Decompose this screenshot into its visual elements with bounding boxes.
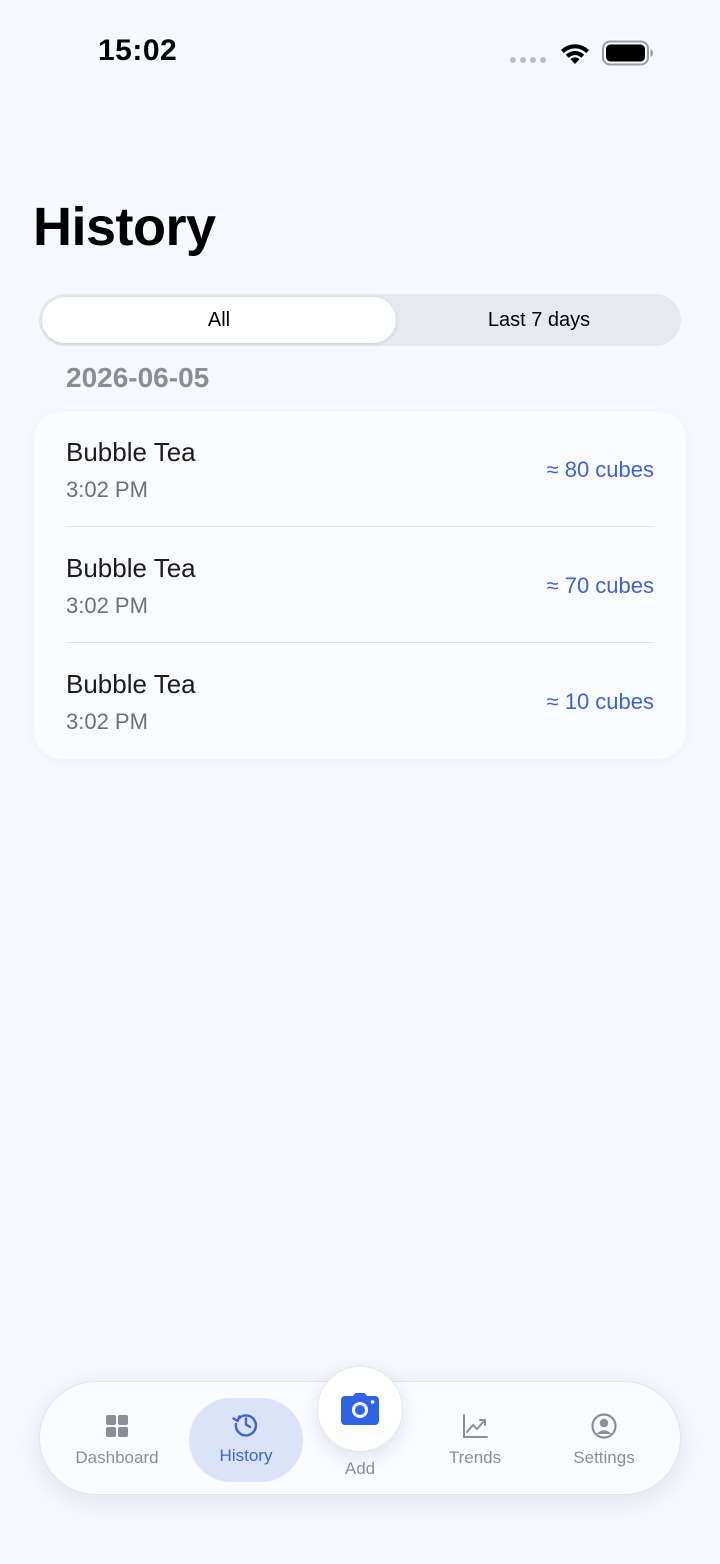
tab-label: Trends (448, 1448, 502, 1467)
entry-time: 3:02 PM (66, 477, 148, 502)
tab-dashboard[interactable]: Dashboard (62, 1400, 172, 1482)
battery-icon (602, 40, 653, 66)
history-entry-row[interactable]: Bubble Tea 3:02 PM ≈ 80 cubes (66, 411, 654, 527)
entry-amount: ≈ 70 cubes (546, 573, 654, 598)
history-list-card: Bubble Tea 3:02 PM ≈ 80 cubes Bubble Tea… (34, 411, 686, 759)
entry-name: Bubble Tea (66, 437, 196, 467)
trend-chart-icon (463, 1414, 488, 1438)
entry-time: 3:02 PM (66, 709, 148, 734)
wifi-icon (561, 44, 589, 64)
tab-history[interactable]: History (189, 1398, 303, 1482)
history-entry-row[interactable]: Bubble Tea 3:02 PM ≈ 70 cubes (66, 527, 654, 643)
status-bar: 15:02 (0, 0, 720, 100)
entry-amount: ≈ 80 cubes (546, 457, 654, 482)
section-date-header: 2026-06-05 (66, 362, 210, 393)
filter-last-7-days-segment[interactable]: Last 7 days (399, 297, 679, 343)
add-entry-button[interactable] (317, 1366, 403, 1452)
cellular-signal-icon (510, 57, 546, 63)
status-time: 15:02 (98, 34, 178, 67)
page-title: History (33, 197, 216, 257)
entry-time: 3:02 PM (66, 593, 148, 618)
entry-amount: ≈ 10 cubes (546, 689, 654, 714)
entry-name: Bubble Tea (66, 669, 196, 699)
grid-icon (106, 1415, 128, 1437)
add-label: Add (344, 1459, 376, 1478)
history-clock-icon (232, 1414, 258, 1437)
tab-settings[interactable]: Settings (549, 1400, 659, 1482)
tab-label: History (219, 1446, 273, 1465)
user-circle-icon (591, 1413, 617, 1439)
date-filter-segmented-control: All Last 7 days (39, 294, 681, 346)
tab-label: Settings (573, 1448, 635, 1467)
entry-name: Bubble Tea (66, 553, 196, 583)
filter-all-segment[interactable]: All (42, 297, 396, 343)
tab-trends[interactable]: Trends (420, 1400, 530, 1482)
camera-icon (341, 1393, 379, 1425)
history-entry-row[interactable]: Bubble Tea 3:02 PM ≈ 10 cubes (66, 643, 654, 759)
tab-label: Dashboard (75, 1448, 159, 1467)
